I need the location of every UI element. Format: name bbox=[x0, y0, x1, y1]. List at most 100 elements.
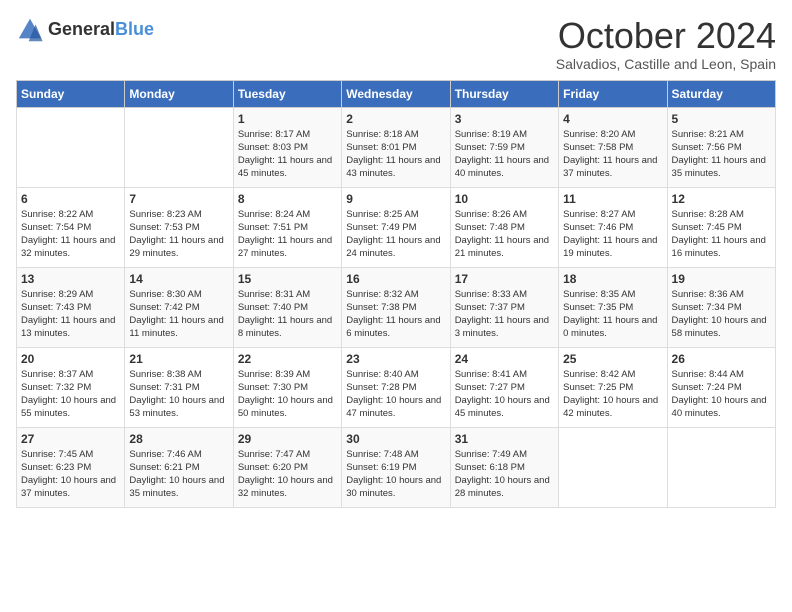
day-number: 24 bbox=[455, 352, 554, 366]
cell-info: Sunrise: 8:32 AM Sunset: 7:38 PM Dayligh… bbox=[346, 288, 445, 341]
cell-info: Sunrise: 7:47 AM Sunset: 6:20 PM Dayligh… bbox=[238, 448, 337, 501]
day-number: 5 bbox=[672, 112, 771, 126]
calendar-header-row: SundayMondayTuesdayWednesdayThursdayFrid… bbox=[17, 80, 776, 107]
cell-info: Sunrise: 8:20 AM Sunset: 7:58 PM Dayligh… bbox=[563, 128, 662, 181]
day-number: 22 bbox=[238, 352, 337, 366]
calendar-week-row: 6 Sunrise: 8:22 AM Sunset: 7:54 PM Daylig… bbox=[17, 187, 776, 267]
day-number: 26 bbox=[672, 352, 771, 366]
calendar-table: SundayMondayTuesdayWednesdayThursdayFrid… bbox=[16, 80, 776, 508]
cell-info: Sunrise: 8:39 AM Sunset: 7:30 PM Dayligh… bbox=[238, 368, 337, 421]
cell-info: Sunrise: 7:46 AM Sunset: 6:21 PM Dayligh… bbox=[129, 448, 228, 501]
day-number: 29 bbox=[238, 432, 337, 446]
title-block: October 2024 Salvadios, Castille and Leo… bbox=[556, 16, 776, 72]
day-header-sunday: Sunday bbox=[17, 80, 125, 107]
calendar-cell: 10Sunrise: 8:26 AM Sunset: 7:48 PM Dayli… bbox=[450, 187, 558, 267]
day-number: 16 bbox=[346, 272, 445, 286]
calendar-cell: 30 Sunrise: 7:48 AM Sunset: 6:19 PM Dayli… bbox=[342, 427, 450, 507]
calendar-cell: 25 Sunrise: 8:42 AM Sunset: 7:25 PM Dayli… bbox=[559, 347, 667, 427]
calendar-cell: 18 Sunrise: 8:35 AM Sunset: 7:35 PM Dayli… bbox=[559, 267, 667, 347]
day-number: 1 bbox=[238, 112, 337, 126]
calendar-week-row: 1 Sunrise: 8:17 AM Sunset: 8:03 PM Daylig… bbox=[17, 107, 776, 187]
cell-info: Sunrise: 7:48 AM Sunset: 6:19 PM Dayligh… bbox=[346, 448, 445, 501]
calendar-cell bbox=[559, 427, 667, 507]
calendar-cell: 15 Sunrise: 8:31 AM Sunset: 7:40 PM Dayli… bbox=[233, 267, 341, 347]
cell-info: Sunrise: 8:33 AM Sunset: 7:37 PM Dayligh… bbox=[455, 288, 554, 341]
calendar-cell: 17 Sunrise: 8:33 AM Sunset: 7:37 PM Dayli… bbox=[450, 267, 558, 347]
cell-info: Sunrise: 8:22 AM Sunset: 7:54 PM Dayligh… bbox=[21, 208, 120, 261]
calendar-cell: 20 Sunrise: 8:37 AM Sunset: 7:32 PM Dayli… bbox=[17, 347, 125, 427]
cell-info: Sunrise: 8:31 AM Sunset: 7:40 PM Dayligh… bbox=[238, 288, 337, 341]
day-header-friday: Friday bbox=[559, 80, 667, 107]
calendar-week-row: 20 Sunrise: 8:37 AM Sunset: 7:32 PM Dayli… bbox=[17, 347, 776, 427]
day-number: 2 bbox=[346, 112, 445, 126]
cell-info: Sunrise: 7:49 AM Sunset: 6:18 PM Dayligh… bbox=[455, 448, 554, 501]
cell-info: Sunrise: 8:23 AM Sunset: 7:53 PM Dayligh… bbox=[129, 208, 228, 261]
calendar-cell: 27 Sunrise: 7:45 AM Sunset: 6:23 PM Dayli… bbox=[17, 427, 125, 507]
cell-info: Sunrise: 8:24 AM Sunset: 7:51 PM Dayligh… bbox=[238, 208, 337, 261]
calendar-cell bbox=[125, 107, 233, 187]
cell-info: Sunrise: 8:17 AM Sunset: 8:03 PM Dayligh… bbox=[238, 128, 337, 181]
calendar-week-row: 13 Sunrise: 8:29 AM Sunset: 7:43 PM Dayli… bbox=[17, 267, 776, 347]
day-number: 12 bbox=[672, 192, 771, 206]
cell-info: Sunrise: 8:19 AM Sunset: 7:59 PM Dayligh… bbox=[455, 128, 554, 181]
calendar-cell: 13 Sunrise: 8:29 AM Sunset: 7:43 PM Dayli… bbox=[17, 267, 125, 347]
cell-info: Sunrise: 8:26 AM Sunset: 7:48 PM Dayligh… bbox=[455, 208, 554, 261]
cell-info: Sunrise: 7:45 AM Sunset: 6:23 PM Dayligh… bbox=[21, 448, 120, 501]
calendar-cell: 8Sunrise: 8:24 AM Sunset: 7:51 PM Daylig… bbox=[233, 187, 341, 267]
calendar-cell bbox=[667, 427, 775, 507]
calendar-cell: 24 Sunrise: 8:41 AM Sunset: 7:27 PM Dayli… bbox=[450, 347, 558, 427]
logo-text-blue: Blue bbox=[115, 19, 154, 39]
day-header-tuesday: Tuesday bbox=[233, 80, 341, 107]
calendar-cell: 23Sunrise: 8:40 AM Sunset: 7:28 PM Dayli… bbox=[342, 347, 450, 427]
day-number: 13 bbox=[21, 272, 120, 286]
cell-info: Sunrise: 8:29 AM Sunset: 7:43 PM Dayligh… bbox=[21, 288, 120, 341]
day-header-wednesday: Wednesday bbox=[342, 80, 450, 107]
calendar-cell: 7 Sunrise: 8:23 AM Sunset: 7:53 PM Daylig… bbox=[125, 187, 233, 267]
day-number: 7 bbox=[129, 192, 228, 206]
day-number: 15 bbox=[238, 272, 337, 286]
day-number: 3 bbox=[455, 112, 554, 126]
calendar-cell: 16 Sunrise: 8:32 AM Sunset: 7:38 PM Dayli… bbox=[342, 267, 450, 347]
day-header-saturday: Saturday bbox=[667, 80, 775, 107]
calendar-cell: 2Sunrise: 8:18 AM Sunset: 8:01 PM Daylig… bbox=[342, 107, 450, 187]
month-title: October 2024 bbox=[556, 16, 776, 56]
cell-info: Sunrise: 8:42 AM Sunset: 7:25 PM Dayligh… bbox=[563, 368, 662, 421]
calendar-cell: 21 Sunrise: 8:38 AM Sunset: 7:31 PM Dayli… bbox=[125, 347, 233, 427]
calendar-cell: 28 Sunrise: 7:46 AM Sunset: 6:21 PM Dayli… bbox=[125, 427, 233, 507]
cell-info: Sunrise: 8:21 AM Sunset: 7:56 PM Dayligh… bbox=[672, 128, 771, 181]
day-number: 6 bbox=[21, 192, 120, 206]
day-number: 18 bbox=[563, 272, 662, 286]
logo-icon bbox=[16, 16, 44, 44]
day-number: 20 bbox=[21, 352, 120, 366]
day-number: 25 bbox=[563, 352, 662, 366]
cell-info: Sunrise: 8:41 AM Sunset: 7:27 PM Dayligh… bbox=[455, 368, 554, 421]
calendar-cell: 29 Sunrise: 7:47 AM Sunset: 6:20 PM Dayli… bbox=[233, 427, 341, 507]
day-number: 14 bbox=[129, 272, 228, 286]
day-number: 30 bbox=[346, 432, 445, 446]
day-number: 27 bbox=[21, 432, 120, 446]
calendar-cell: 4 Sunrise: 8:20 AM Sunset: 7:58 PM Daylig… bbox=[559, 107, 667, 187]
cell-info: Sunrise: 8:25 AM Sunset: 7:49 PM Dayligh… bbox=[346, 208, 445, 261]
cell-info: Sunrise: 8:30 AM Sunset: 7:42 PM Dayligh… bbox=[129, 288, 228, 341]
calendar-cell: 26Sunrise: 8:44 AM Sunset: 7:24 PM Dayli… bbox=[667, 347, 775, 427]
day-number: 21 bbox=[129, 352, 228, 366]
calendar-cell: 9 Sunrise: 8:25 AM Sunset: 7:49 PM Daylig… bbox=[342, 187, 450, 267]
day-number: 11 bbox=[563, 192, 662, 206]
calendar-cell bbox=[17, 107, 125, 187]
day-number: 9 bbox=[346, 192, 445, 206]
calendar-cell: 3 Sunrise: 8:19 AM Sunset: 7:59 PM Daylig… bbox=[450, 107, 558, 187]
calendar-cell: 6 Sunrise: 8:22 AM Sunset: 7:54 PM Daylig… bbox=[17, 187, 125, 267]
cell-info: Sunrise: 8:36 AM Sunset: 7:34 PM Dayligh… bbox=[672, 288, 771, 341]
day-number: 17 bbox=[455, 272, 554, 286]
cell-info: Sunrise: 8:37 AM Sunset: 7:32 PM Dayligh… bbox=[21, 368, 120, 421]
calendar-cell: 22 Sunrise: 8:39 AM Sunset: 7:30 PM Dayli… bbox=[233, 347, 341, 427]
day-header-monday: Monday bbox=[125, 80, 233, 107]
calendar-cell: 5 Sunrise: 8:21 AM Sunset: 7:56 PM Daylig… bbox=[667, 107, 775, 187]
day-number: 4 bbox=[563, 112, 662, 126]
day-header-thursday: Thursday bbox=[450, 80, 558, 107]
cell-info: Sunrise: 8:35 AM Sunset: 7:35 PM Dayligh… bbox=[563, 288, 662, 341]
cell-info: Sunrise: 8:38 AM Sunset: 7:31 PM Dayligh… bbox=[129, 368, 228, 421]
day-number: 23 bbox=[346, 352, 445, 366]
day-number: 28 bbox=[129, 432, 228, 446]
cell-info: Sunrise: 8:28 AM Sunset: 7:45 PM Dayligh… bbox=[672, 208, 771, 261]
